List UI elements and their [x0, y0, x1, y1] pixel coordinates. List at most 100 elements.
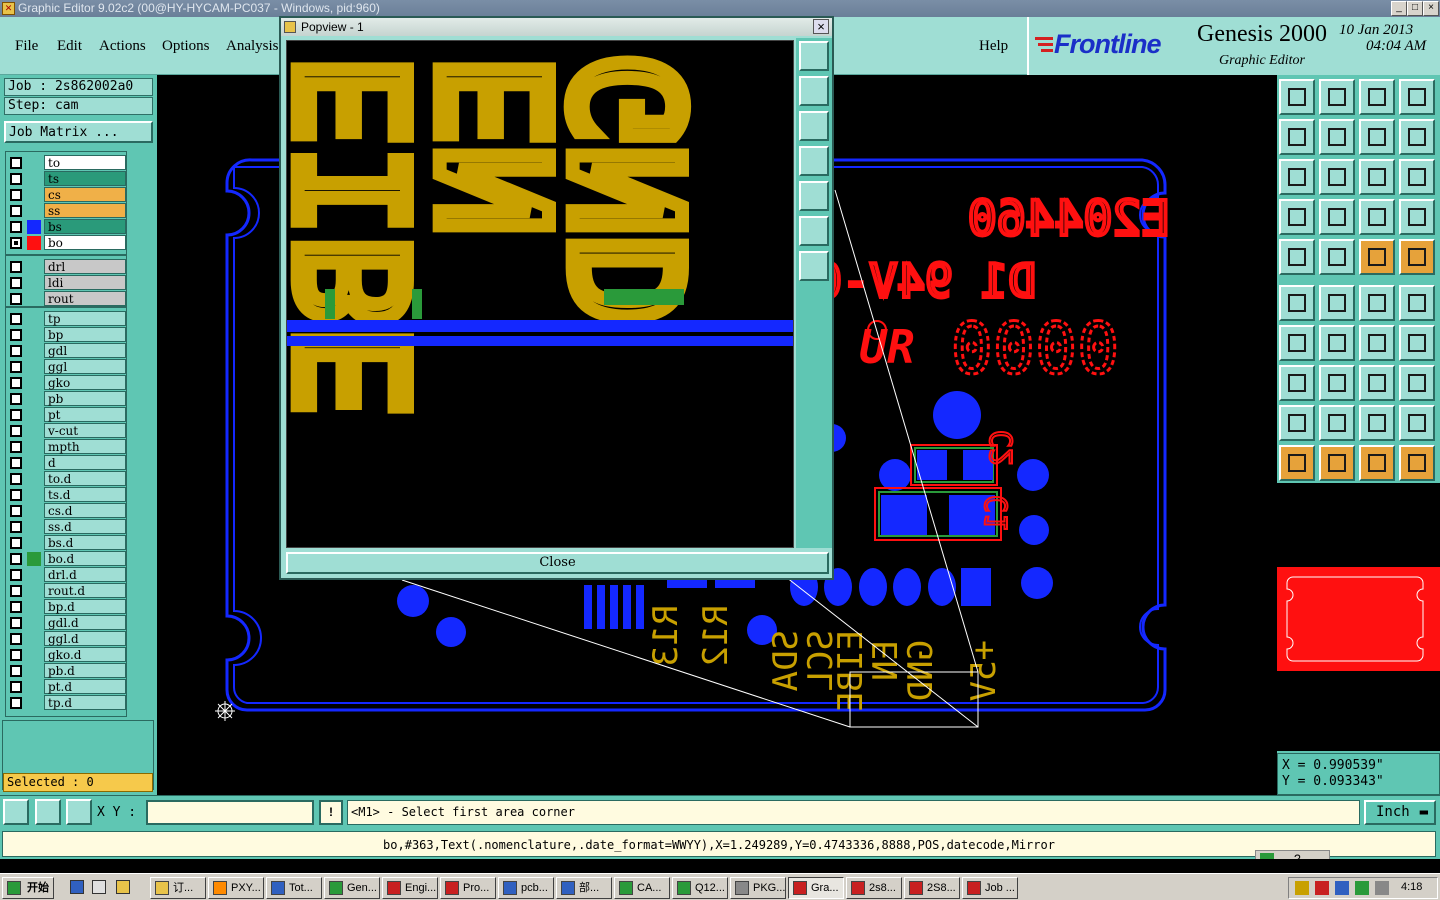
layer-row-pb[interactable]: pb: [8, 391, 126, 407]
task-button[interactable]: 订...: [150, 877, 206, 899]
move-layer-icon[interactable]: [1319, 79, 1355, 115]
layer-name[interactable]: drl: [44, 259, 126, 274]
layer-checkbox[interactable]: [10, 261, 22, 273]
layer-row-pb.d[interactable]: pb.d: [8, 663, 126, 679]
layer-name[interactable]: bs.d: [44, 535, 126, 550]
quicklaunch-app-icon[interactable]: [116, 880, 130, 894]
layer-name[interactable]: rout.d: [44, 583, 126, 598]
layer-color-swatch[interactable]: [27, 408, 41, 422]
pan-right-icon[interactable]: [1319, 119, 1355, 155]
layer-row-ggl.d[interactable]: ggl.d: [8, 631, 126, 647]
route-icon[interactable]: [1319, 239, 1355, 275]
layer-name[interactable]: bp: [44, 327, 126, 342]
task-button[interactable]: CA...: [614, 877, 670, 899]
layer-name[interactable]: pb: [44, 391, 126, 406]
layer-row-tp[interactable]: tp: [8, 311, 126, 327]
layer-color-swatch[interactable]: [27, 472, 41, 486]
layer-name[interactable]: d: [44, 455, 126, 470]
popview-pan-down-icon[interactable]: [799, 111, 829, 141]
popview-zoom-window-icon[interactable]: [799, 41, 829, 71]
layer-checkbox[interactable]: [10, 221, 22, 233]
menu-file[interactable]: File: [15, 38, 38, 55]
units-selector[interactable]: Inch ▬: [1364, 800, 1436, 825]
layer-checkbox[interactable]: [10, 649, 22, 661]
layer-row-ts[interactable]: ts: [8, 171, 126, 187]
layer-row-bs.d[interactable]: bs.d: [8, 535, 126, 551]
layer-checkbox[interactable]: [10, 601, 22, 613]
grid-icon[interactable]: [66, 799, 92, 825]
layer-row-gdl.d[interactable]: gdl.d: [8, 615, 126, 631]
layer-checkbox[interactable]: [10, 681, 22, 693]
layer-name[interactable]: pt.d: [44, 679, 126, 694]
layer-color-swatch[interactable]: [27, 584, 41, 598]
layer-name[interactable]: tp: [44, 311, 126, 326]
layer-checkbox[interactable]: [10, 425, 22, 437]
layer-name[interactable]: drl.d: [44, 567, 126, 582]
layer-checkbox[interactable]: [10, 617, 22, 629]
layer-row-drl.d[interactable]: drl.d: [8, 567, 126, 583]
layer-color-swatch[interactable]: [27, 220, 41, 234]
layer-name[interactable]: ldi: [44, 275, 126, 290]
task-button[interactable]: Pro...: [440, 877, 496, 899]
task-button[interactable]: Job ...: [962, 877, 1018, 899]
layer-name[interactable]: gdl.d: [44, 615, 126, 630]
layer-checkbox[interactable]: [10, 345, 22, 357]
triangle-b-icon[interactable]: [1319, 405, 1355, 441]
layer-checkbox[interactable]: [10, 157, 22, 169]
line-icon[interactable]: [1319, 325, 1355, 361]
layer-name[interactable]: gdl: [44, 343, 126, 358]
layer-row-cs[interactable]: cs: [8, 187, 126, 203]
layer-row-rout[interactable]: rout: [8, 291, 126, 307]
triangle-a-icon[interactable]: [1279, 405, 1315, 441]
query-icon[interactable]: [1399, 159, 1435, 195]
pad-icon[interactable]: [1279, 365, 1315, 401]
layer-row-ss.d[interactable]: ss.d: [8, 519, 126, 535]
settings-icon[interactable]: [1279, 199, 1315, 235]
layer-row-ss[interactable]: ss: [8, 203, 126, 219]
layer-row-bo[interactable]: bo: [8, 235, 126, 251]
task-button[interactable]: Gen...: [324, 877, 380, 899]
layer-row-drl[interactable]: drl: [8, 259, 126, 275]
layer-row-bs[interactable]: bs: [8, 219, 126, 235]
layer-color-swatch[interactable]: [27, 328, 41, 342]
popview-pan-right-icon[interactable]: [799, 181, 829, 211]
layer-name[interactable]: ss.d: [44, 519, 126, 534]
layer-checkbox[interactable]: [10, 277, 22, 289]
font-icon[interactable]: [1399, 325, 1435, 361]
layer-name[interactable]: bp.d: [44, 599, 126, 614]
layer-checkbox[interactable]: [10, 569, 22, 581]
task-button[interactable]: Gra...: [788, 877, 844, 899]
task-button[interactable]: PXY...: [208, 877, 264, 899]
copy-layer-icon[interactable]: [1279, 79, 1315, 115]
snap-icon[interactable]: [35, 799, 61, 825]
layer-checkbox[interactable]: [10, 489, 22, 501]
zoom-1to1-icon[interactable]: [1359, 159, 1395, 195]
layer-name[interactable]: rout: [44, 291, 126, 306]
popview-pan-left-icon[interactable]: [799, 146, 829, 176]
layer-color-swatch[interactable]: [27, 236, 41, 250]
layer-color-swatch[interactable]: [27, 520, 41, 534]
layer-row-bp[interactable]: bp: [8, 327, 126, 343]
layer-row-mpth[interactable]: mpth: [8, 439, 126, 455]
layer-row-v-cut[interactable]: v-cut: [8, 423, 126, 439]
task-button[interactable]: Q12...: [672, 877, 728, 899]
layer-checkbox[interactable]: [10, 293, 22, 305]
net-select-icon[interactable]: [1279, 285, 1315, 321]
pointer-box-icon[interactable]: [1319, 445, 1355, 481]
layer-row-rout.d[interactable]: rout.d: [8, 583, 126, 599]
layer-color-swatch[interactable]: [27, 260, 41, 274]
layer-row-ggl[interactable]: ggl: [8, 359, 126, 375]
task-button[interactable]: Engi...: [382, 877, 438, 899]
job-matrix-button[interactable]: Job Matrix ...: [4, 121, 153, 143]
layer-checkbox[interactable]: [10, 189, 22, 201]
layer-name[interactable]: gko: [44, 375, 126, 390]
task-button[interactable]: pcb...: [498, 877, 554, 899]
arc-icon[interactable]: [1359, 325, 1395, 361]
layer-name[interactable]: gko.d: [44, 647, 126, 662]
layer-row-to.d[interactable]: to.d: [8, 471, 126, 487]
layer-name[interactable]: ss: [44, 203, 126, 218]
layer-color-swatch[interactable]: [27, 172, 41, 186]
layer-row-ldi[interactable]: ldi: [8, 275, 126, 291]
layer-name[interactable]: bo: [44, 235, 126, 250]
layer-checkbox[interactable]: [10, 537, 22, 549]
